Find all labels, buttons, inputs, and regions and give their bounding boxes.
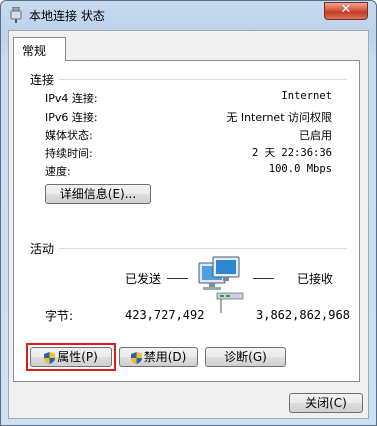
uac-shield-icon <box>130 351 142 364</box>
ipv4-value: Internet <box>281 90 332 102</box>
window-title: 本地连接 状态 <box>29 9 105 23</box>
ipv6-label: IPv6 连接: <box>45 111 98 124</box>
section-divider <box>59 248 347 249</box>
disable-button[interactable]: 禁用(D) <box>119 347 198 367</box>
close-window-button[interactable]: ✕ <box>324 2 368 20</box>
ipv6-value: 无 Internet 访问权限 <box>226 111 332 124</box>
section-divider <box>59 79 347 80</box>
title-bar[interactable]: 本地连接 状态 ✕ <box>1 1 376 30</box>
bytes-sent-value: 423,727,492 <box>125 308 205 322</box>
bytes-label: 字节: <box>45 309 74 323</box>
ipv4-label: IPv4 连接: <box>45 92 98 105</box>
connection-section-title: 连接 <box>30 73 55 87</box>
received-label: 已接收 <box>297 272 334 286</box>
disable-label: 禁用(D) <box>143 350 187 364</box>
diagnose-button[interactable]: 诊断(G) <box>205 347 286 367</box>
details-button[interactable]: 详细信息(E)... <box>45 184 151 204</box>
speed-value: 100.0 Mbps <box>268 163 332 175</box>
duration-label: 持续时间: <box>45 147 93 160</box>
media-state-label: 媒体状态: <box>45 129 93 142</box>
network-adapter-icon <box>10 7 22 23</box>
bytes-received-value: 3,862,862,968 <box>256 308 350 322</box>
highlight-box <box>26 343 116 371</box>
tab-general[interactable]: 常规 <box>13 37 66 61</box>
sent-label: 已发送 <box>125 272 162 286</box>
status-dialog: 本地连接 状态 ✕ 常规 连接 IPv4 连接: Internet IPv6 连… <box>0 0 377 426</box>
activity-section-title: 活动 <box>30 242 55 256</box>
sent-line <box>167 278 188 279</box>
network-computers-icon <box>198 256 244 313</box>
close-button[interactable]: 关闭(C) <box>289 393 363 413</box>
tab-label: 常规 <box>22 44 47 58</box>
speed-label: 速度: <box>45 165 71 178</box>
media-state-value: 已启用 <box>299 129 332 142</box>
duration-value: 2 天 22:36:36 <box>251 147 332 159</box>
received-line <box>253 278 274 279</box>
close-icon: ✕ <box>340 2 352 17</box>
